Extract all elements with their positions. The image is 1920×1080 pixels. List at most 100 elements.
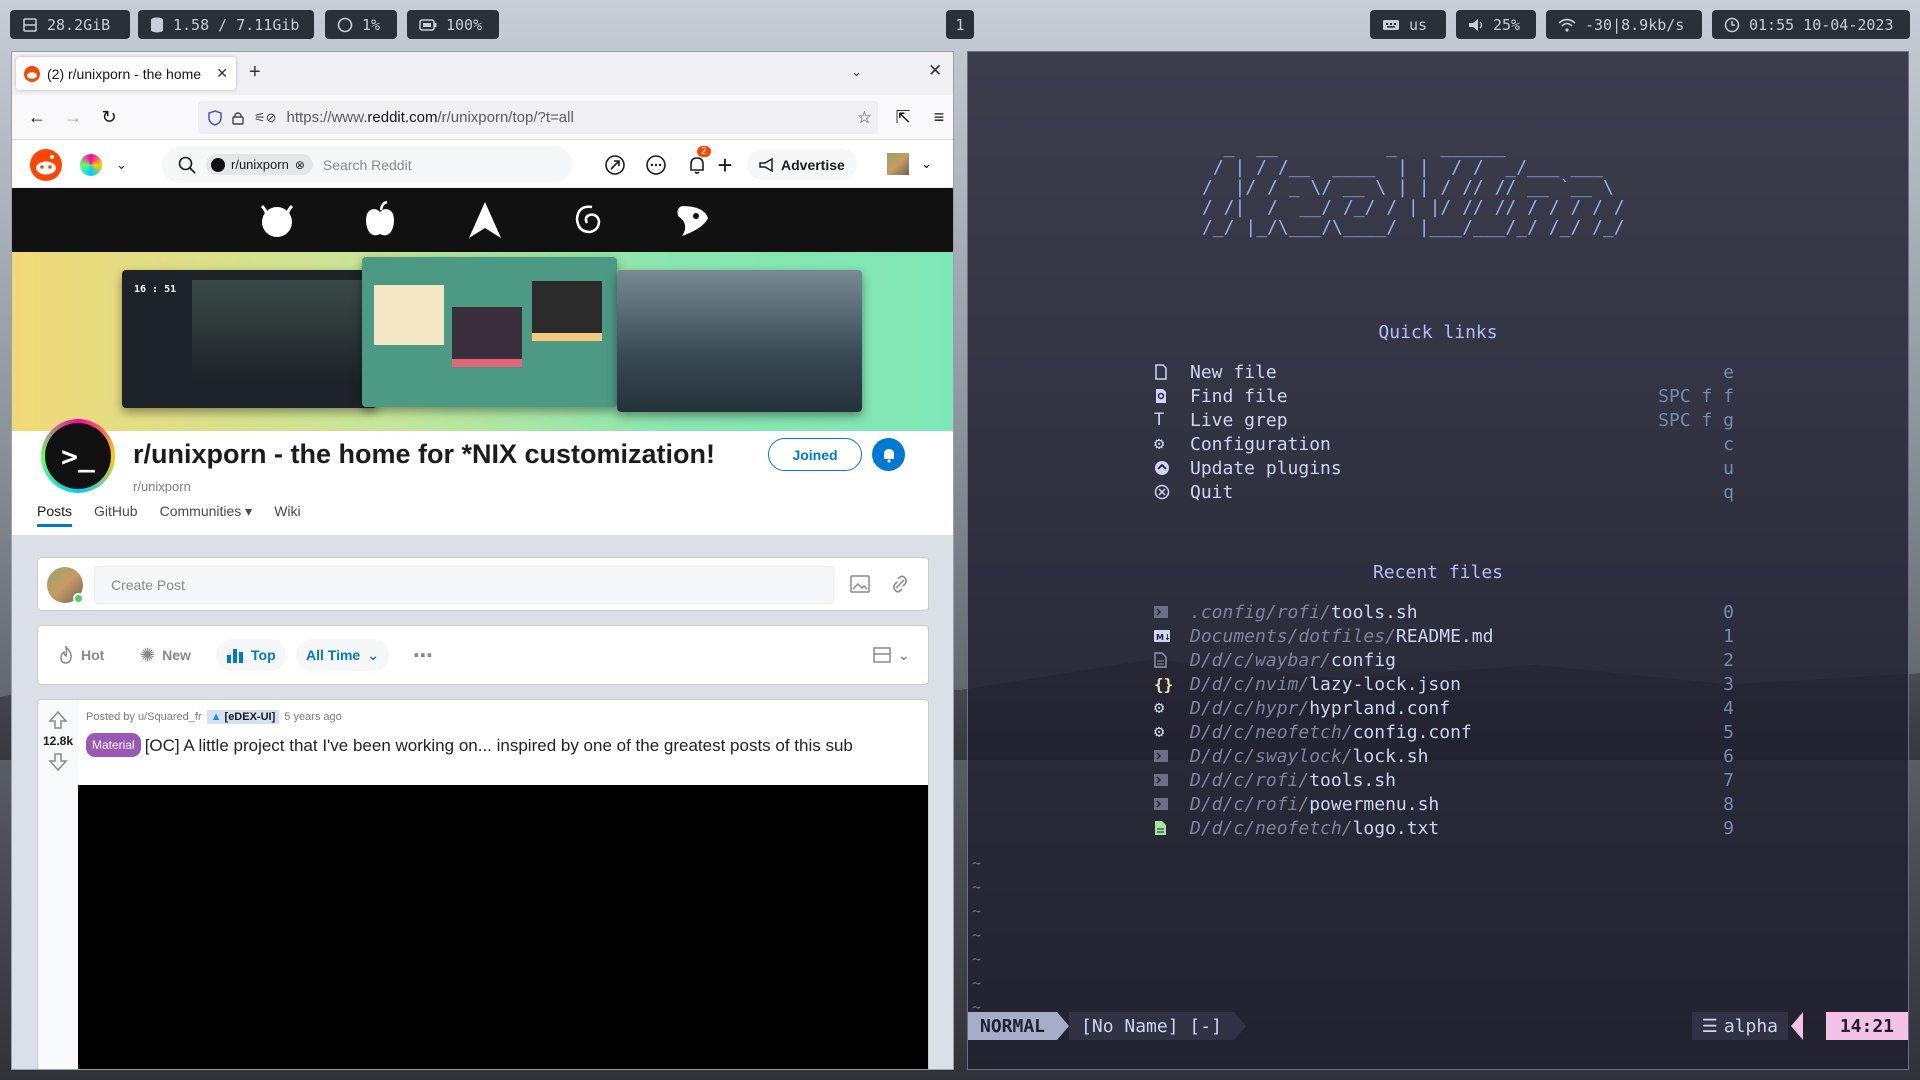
memory-module[interactable]: 1.58 / 7.11Gib bbox=[138, 10, 314, 39]
network-module[interactable]: -30|8.9kb/s bbox=[1546, 10, 1702, 39]
chip-close-icon[interactable]: ⊗ bbox=[295, 158, 305, 172]
tab-communities[interactable]: Communities ▾ bbox=[160, 503, 253, 527]
upvote-icon[interactable] bbox=[48, 710, 68, 730]
post-author[interactable]: Posted by u/Squared_fr bbox=[86, 711, 202, 723]
community-avatar bbox=[80, 154, 102, 176]
terminal-icon bbox=[1154, 774, 1190, 786]
recent-file-dir: .config/rofi/ bbox=[1190, 601, 1331, 623]
reddit-logo-icon[interactable] bbox=[30, 149, 62, 181]
sort-hot-button[interactable]: Hot bbox=[48, 639, 114, 671]
view-chevron-icon: ⌄ bbox=[898, 646, 910, 663]
downvote-icon[interactable] bbox=[48, 752, 68, 772]
recent-file-name: config bbox=[1330, 649, 1396, 671]
notifications-bell-icon[interactable]: 2 bbox=[684, 146, 711, 178]
image-upload-icon[interactable] bbox=[850, 574, 870, 594]
quick-link-item[interactable]: T Live grep SPC f g bbox=[1154, 408, 1734, 432]
recent-file-item[interactable]: D/d/c/neofetch/logo.txt 9 bbox=[1154, 816, 1734, 840]
subreddit-notify-bell-icon[interactable] bbox=[872, 438, 905, 471]
new-tab-icon[interactable]: + bbox=[249, 61, 261, 84]
post-card[interactable]: 12.8k Posted by u/Squared_fr ▲ [eDEX-UI]… bbox=[37, 699, 929, 1069]
community-switcher[interactable]: ⌄ bbox=[80, 154, 127, 176]
recent-file-path: D/d/c/nvim/lazy-lock.json bbox=[1190, 674, 1723, 695]
chip-label: r/unixporn bbox=[231, 157, 289, 172]
quick-link-shortcut: SPC f g bbox=[1658, 409, 1734, 431]
quick-link-item[interactable]: Update plugins u bbox=[1154, 456, 1734, 480]
advertise-button[interactable]: Advertise bbox=[747, 149, 857, 180]
recent-file-dir: D/d/c/neofetch/ bbox=[1190, 817, 1353, 839]
banner-clock: 16 : 51 bbox=[134, 284, 177, 295]
view-mode-dropdown[interactable]: ⌄ bbox=[863, 639, 920, 671]
user-menu-chevron-icon: ⌄ bbox=[921, 156, 932, 171]
browser-tab-reddit[interactable]: (2) r/unixporn - the home ✕ bbox=[16, 57, 236, 90]
chat-icon[interactable] bbox=[643, 152, 669, 178]
recent-file-item[interactable]: D/d/c/rofi/tools.sh 7 bbox=[1154, 768, 1734, 792]
recent-file-item[interactable]: D/d/c/swaylock/lock.sh 6 bbox=[1154, 744, 1734, 768]
post-video[interactable] bbox=[78, 785, 928, 1069]
battery-module[interactable]: 100% bbox=[407, 10, 499, 39]
volume-module[interactable]: 25% bbox=[1456, 10, 1536, 39]
recent-file-name: tools.sh bbox=[1309, 769, 1396, 791]
tab-wiki[interactable]: Wiki bbox=[274, 503, 300, 527]
cursor-position: 14:21 bbox=[1825, 1012, 1908, 1040]
markdown-icon: M↓ bbox=[1154, 630, 1190, 642]
recent-file-item[interactable]: D/d/c/waybar/config 2 bbox=[1154, 648, 1734, 672]
quick-link-item[interactable]: Find file SPC f f bbox=[1154, 384, 1734, 408]
reload-icon[interactable]: ↻ bbox=[98, 106, 120, 128]
recent-file-item[interactable]: D/d/c/rofi/powermenu.sh 8 bbox=[1154, 792, 1734, 816]
tab-github[interactable]: GitHub bbox=[94, 503, 138, 527]
gentoo-icon bbox=[677, 206, 708, 236]
shield-icon bbox=[208, 109, 222, 126]
json-icon: {} bbox=[1154, 674, 1174, 694]
tab-list-icon[interactable]: ⌄ bbox=[851, 64, 862, 80]
recent-file-shortcut: 0 bbox=[1723, 601, 1734, 623]
post-title[interactable]: Material [OC] A little project that I've … bbox=[86, 733, 916, 757]
community-filter-chip[interactable]: r/unixporn ⊗ bbox=[206, 154, 313, 175]
url-text: https://www.reddit.com/r/unixporn/top/?t… bbox=[286, 109, 574, 126]
more-options-icon[interactable]: ⋯ bbox=[403, 639, 443, 671]
recent-file-dir: D/d/c/rofi/ bbox=[1190, 769, 1310, 791]
close-tab-icon[interactable]: ✕ bbox=[216, 65, 228, 82]
create-post-input[interactable]: Create Post bbox=[94, 566, 834, 604]
close-window-icon[interactable]: ✕ bbox=[928, 61, 942, 81]
terminal-window: _ __ _ ______ / | / /__ ____ | | / / _/_… bbox=[967, 51, 1909, 1070]
recent-file-shortcut: 3 bbox=[1723, 673, 1734, 695]
link-icon[interactable] bbox=[890, 574, 910, 594]
time-filter-dropdown[interactable]: All Time ⌄ bbox=[296, 639, 389, 671]
recent-file-item[interactable]: M↓ Documents/dotfiles/README.md 1 bbox=[1154, 624, 1734, 648]
keyboard-layout-module[interactable]: us bbox=[1370, 10, 1446, 39]
url-bar[interactable]: ⚟⊘ https://www.reddit.com/r/unixporn/top… bbox=[198, 101, 878, 134]
user-menu[interactable]: ⌄ bbox=[887, 153, 932, 175]
cpu-module[interactable]: 1% bbox=[325, 10, 397, 39]
back-icon[interactable]: ← bbox=[26, 106, 48, 128]
terminal-icon bbox=[1154, 750, 1190, 762]
menu-icon[interactable]: ≡ bbox=[928, 106, 950, 128]
quick-link-item[interactable]: ⚙ Configuration c bbox=[1154, 432, 1734, 456]
workspace-button[interactable]: 1 bbox=[946, 10, 974, 39]
tab-posts[interactable]: Posts bbox=[37, 503, 73, 527]
extensions-icon[interactable]: ⇱ bbox=[892, 106, 914, 128]
joined-button[interactable]: Joined bbox=[768, 438, 862, 471]
create-plus-icon[interactable]: + bbox=[712, 150, 738, 180]
search-bar[interactable]: r/unixporn ⊗ Search Reddit bbox=[162, 146, 572, 183]
bookmark-star-icon[interactable]: ☆ bbox=[857, 108, 872, 128]
recent-file-item[interactable]: .config/rofi/tools.sh 0 bbox=[1154, 600, 1734, 624]
disk-module[interactable]: 28.2GiB bbox=[10, 10, 130, 39]
sort-new-button[interactable]: ✺ New bbox=[130, 639, 201, 671]
recent-file-item[interactable]: {} D/d/c/nvim/lazy-lock.json 3 bbox=[1154, 672, 1734, 696]
permissions-icon[interactable]: ⚟⊘ bbox=[254, 110, 277, 126]
forward-icon[interactable]: → bbox=[62, 106, 84, 128]
quick-link-item[interactable]: Quit q bbox=[1154, 480, 1734, 504]
popular-icon[interactable] bbox=[602, 152, 628, 178]
quick-link-item[interactable]: New file e bbox=[1154, 360, 1734, 384]
file-icon bbox=[1154, 364, 1190, 380]
recent-file-name: lock.sh bbox=[1352, 745, 1429, 767]
quick-link-shortcut: e bbox=[1723, 361, 1734, 383]
empty-line-marker: ~ bbox=[972, 878, 982, 896]
sort-top-button[interactable]: Top bbox=[216, 639, 286, 671]
clock-module[interactable]: 01:55 10-04-2023 bbox=[1712, 10, 1910, 39]
recent-file-item[interactable]: ⚙ D/d/c/hypr/hyprland.conf 4 bbox=[1154, 696, 1734, 720]
recent-file-path: D/d/c/neofetch/config.conf bbox=[1190, 722, 1723, 743]
recent-file-dir: D/d/c/neofetch/ bbox=[1190, 721, 1353, 743]
chevron-down-icon: ⌄ bbox=[116, 157, 127, 172]
recent-file-item[interactable]: ⚙ D/d/c/neofetch/config.conf 5 bbox=[1154, 720, 1734, 744]
